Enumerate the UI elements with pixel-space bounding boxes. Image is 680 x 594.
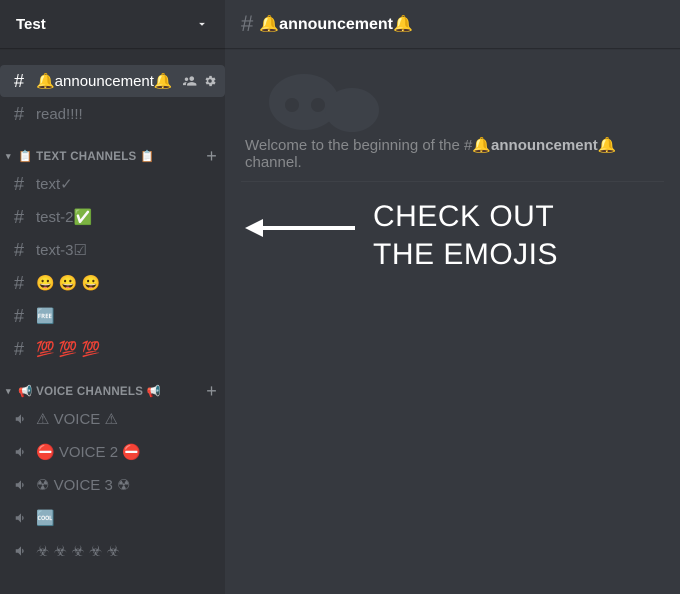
category-text-channels[interactable]: ▾ 📋 TEXT CHANNELS 📋 + [0,131,225,167]
channel-label: 🆒 [36,509,217,527]
channel-read[interactable]: # read!!!! [0,98,225,130]
channel-label: text-3☑ [36,241,217,259]
server-header[interactable]: Test [0,0,225,48]
channel-text[interactable]: # text✓ [0,168,225,200]
channel-label: test-2✅ [36,208,217,226]
welcome-block: Welcome to the beginning of the #🔔announ… [241,70,664,182]
hash-icon: # [14,175,32,193]
divider [241,181,664,182]
hash-icon: # [14,105,32,123]
channel-label: 🔔announcement🔔 [36,72,183,90]
speaker-icon [14,412,32,426]
channel-label: 😀 😀 😀 [36,274,217,292]
server-name: Test [16,16,46,33]
annotation-text: CHECK OUT THE EMOJIS [373,198,558,273]
voice-channel-3[interactable]: ☢ VOICE 3 ☢ [0,469,225,501]
category-label: 📢 VOICE CHANNELS 📢 [18,384,206,398]
channel-label: read!!!! [36,106,217,123]
message-area: Welcome to the beginning of the #🔔announ… [225,48,680,594]
add-channel-icon[interactable]: + [206,147,217,165]
annotation-overlay: CHECK OUT THE EMOJIS [245,198,558,273]
voice-channel-cool[interactable]: 🆒 [0,502,225,534]
chevron-down-icon [195,17,209,31]
channel-emoji-smile[interactable]: # 😀 😀 😀 [0,267,225,299]
hash-icon: # [14,208,32,226]
chevron-down-icon: ▾ [6,151,16,162]
channel-header: # 🔔announcement🔔 [225,0,680,48]
speaker-icon [14,445,32,459]
channel-label: ☢ VOICE 3 ☢ [36,476,217,494]
voice-channel-biohazard[interactable]: ☣ ☣ ☣ ☣ ☣ [0,535,225,567]
channel-text-3[interactable]: # text-3☑ [0,234,225,266]
channel-list: # 🔔announcement🔔 # read!!!! ▾ 📋 TEXT CHA… [0,48,225,594]
hash-icon: # [14,274,32,292]
channel-announcement[interactable]: # 🔔announcement🔔 [0,65,225,97]
main-content: # 🔔announcement🔔 Welcome to the beginnin… [225,0,680,594]
channel-test-2[interactable]: # test-2✅ [0,201,225,233]
category-voice-channels[interactable]: ▾ 📢 VOICE CHANNELS 📢 + [0,366,225,402]
channel-label: text✓ [36,175,217,193]
channel-emoji-free[interactable]: # 🆓 [0,300,225,332]
speaker-icon [14,544,32,558]
channel-label: 🆓 [36,307,217,325]
hash-icon: # [241,11,253,37]
add-channel-icon[interactable]: + [206,382,217,400]
chevron-down-icon: ▾ [6,386,16,397]
hash-icon: # [14,340,32,358]
speaker-icon [14,478,32,492]
speaker-icon [14,511,32,525]
voice-channel-1[interactable]: ⚠ VOICE ⚠ [0,403,225,435]
channel-label: ☣ ☣ ☣ ☣ ☣ [36,542,217,560]
channel-label: ⛔ VOICE 2 ⛔ [36,443,217,461]
category-label: 📋 TEXT CHANNELS 📋 [18,149,206,163]
arrow-left-icon [245,216,355,240]
channel-label: 💯 💯 💯 [36,340,217,358]
wumpus-icon [269,70,409,130]
hash-icon: # [14,307,32,325]
hash-icon: # [14,72,32,90]
invite-icon[interactable] [183,74,197,88]
channel-sidebar: Test # 🔔announcement🔔 # read!!!! ▾ 📋 T [0,0,225,594]
voice-channel-2[interactable]: ⛔ VOICE 2 ⛔ [0,436,225,468]
hash-icon: # [14,241,32,259]
welcome-text: Welcome to the beginning of the #🔔announ… [245,136,664,171]
gear-icon[interactable] [203,74,217,88]
channel-emoji-100[interactable]: # 💯 💯 💯 [0,333,225,365]
channel-title: 🔔announcement🔔 [259,14,413,34]
channel-label: ⚠ VOICE ⚠ [36,410,217,428]
